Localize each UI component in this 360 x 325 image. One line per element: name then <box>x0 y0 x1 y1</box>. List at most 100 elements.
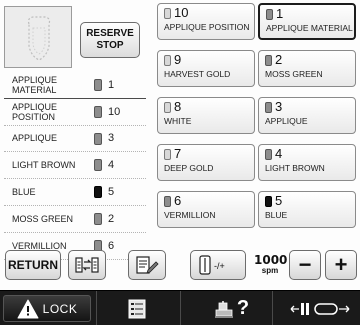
needle-button-1[interactable]: 1 APPLIQUE MATERIAL <box>258 3 356 40</box>
needle-color-grid: 10 APPLIQUE POSITION 1 APPLIQUE MATERIAL… <box>157 3 356 237</box>
sort-order-icon <box>75 257 99 273</box>
needle-button-9[interactable]: 9 HARVEST GOLD <box>157 50 255 87</box>
thread-spool-icon <box>94 212 102 225</box>
minus-icon: − <box>298 252 312 277</box>
needle-number: 6 <box>174 193 182 208</box>
status-divider <box>96 291 97 325</box>
sequence-row[interactable]: APPLIQUE 3 <box>4 126 146 153</box>
edit-thread-button[interactable] <box>128 250 166 280</box>
design-outline-icon <box>27 16 51 61</box>
thread-spool-icon <box>266 9 273 20</box>
thread-spool-icon <box>265 55 272 66</box>
frame-move-button[interactable] <box>284 295 356 322</box>
settings-sheet-button[interactable] <box>122 295 152 322</box>
thread-spool-icon <box>164 55 171 66</box>
design-preview <box>4 6 72 68</box>
needle-number: 9 <box>174 52 182 67</box>
needle-bar-icon: -/+ <box>199 255 225 275</box>
thread-spool-icon <box>265 102 272 113</box>
needle-color-name: BLUE <box>265 210 288 220</box>
needle-button-3[interactable]: 3 APPLIQUE <box>258 97 356 134</box>
sequence-needle-number: 10 <box>108 105 121 118</box>
sequence-row[interactable]: BLUE 5 <box>4 179 146 206</box>
needle-number: 1 <box>276 6 284 21</box>
svg-text:-/+: -/+ <box>214 261 225 271</box>
sequence-needle-number: 2 <box>108 212 115 225</box>
machine-help-button[interactable]: ? <box>196 295 266 322</box>
needle-number: 10 <box>174 5 189 20</box>
needle-button-7[interactable]: 7 DEEP GOLD <box>157 144 255 181</box>
lock-button[interactable]: LOCK <box>3 295 91 322</box>
thread-spool-icon <box>94 105 102 118</box>
thread-spool-icon <box>94 79 102 91</box>
sequence-color-name: APPLIQUE POSITION <box>12 101 58 122</box>
reserve-stop-button[interactable]: RESERVE STOP <box>80 22 140 58</box>
warning-triangle-icon <box>17 299 39 318</box>
embroidery-screen: RESERVE STOP APPLIQUE MATERIAL 1 APPLIQU… <box>0 0 360 325</box>
machine-help-icon <box>214 300 233 318</box>
speed-unit: spm <box>261 266 279 275</box>
needle-number: 3 <box>275 99 283 114</box>
speed-decrease-button[interactable]: − <box>289 250 321 280</box>
help-label: ? <box>236 297 250 319</box>
sequence-row[interactable]: APPLIQUE MATERIAL 1 <box>4 72 146 99</box>
sequence-needle-number: 1 <box>108 78 115 91</box>
reserve-stop-line2: STOP <box>96 40 124 51</box>
settings-sheet-icon <box>128 299 146 318</box>
sequence-row[interactable]: LIGHT BROWN 4 <box>4 152 146 180</box>
sequence-color-name: APPLIQUE <box>12 133 58 144</box>
needle-button-4[interactable]: 4 LIGHT BROWN <box>258 144 356 181</box>
sequence-needle-number: 5 <box>108 186 115 199</box>
needle-number: 5 <box>275 193 283 208</box>
needle-button-2[interactable]: 2 MOSS GREEN <box>258 50 356 87</box>
thread-spool-icon <box>265 196 272 207</box>
needle-color-name: VERMILLION <box>164 210 216 220</box>
sequence-color-name: APPLIQUE MATERIAL <box>12 74 58 95</box>
sort-order-button[interactable] <box>68 250 106 280</box>
needle-color-name: APPLIQUE POSITION <box>164 22 250 32</box>
thread-spool-icon <box>164 149 171 160</box>
lock-label: LOCK <box>42 301 78 316</box>
needle-color-name: LIGHT BROWN <box>265 163 325 173</box>
speed-display: 1000 spm <box>254 253 288 276</box>
needle-number: 2 <box>275 52 283 67</box>
thread-spool-icon <box>94 132 102 145</box>
status-divider <box>180 291 181 325</box>
needle-color-name: WHITE <box>164 116 192 126</box>
return-label: RETURN <box>8 258 58 272</box>
status-divider <box>272 291 273 325</box>
needle-number: 8 <box>174 99 182 114</box>
reserve-stop-line1: RESERVE <box>86 28 134 39</box>
needle-bar-button[interactable]: -/+ <box>190 250 246 280</box>
speed-increase-button[interactable]: + <box>325 250 357 280</box>
needle-color-name: HARVEST GOLD <box>164 69 231 79</box>
speed-value: 1000 <box>254 253 288 267</box>
bottom-toolbar: RETURN -/+ 1000 spm − + <box>0 246 360 284</box>
thread-spool-icon <box>94 186 102 199</box>
return-button[interactable]: RETURN <box>5 250 61 280</box>
sewing-order-list: APPLIQUE MATERIAL 1 APPLIQUE POSITION 10… <box>4 72 146 260</box>
needle-button-8[interactable]: 8 WHITE <box>157 97 255 134</box>
needle-button-5[interactable]: 5 BLUE <box>258 191 356 228</box>
needle-color-name: APPLIQUE <box>265 116 308 126</box>
sequence-row[interactable]: APPLIQUE POSITION 10 <box>4 99 146 126</box>
edit-thread-icon <box>136 256 159 274</box>
needle-color-name: APPLIQUE MATERIAL <box>266 23 353 33</box>
thread-spool-icon <box>265 149 272 160</box>
thread-spool-icon <box>164 102 171 113</box>
plus-icon: + <box>334 252 348 277</box>
status-bar: LOCK ? <box>0 290 360 325</box>
sequence-color-name: BLUE <box>12 187 36 198</box>
thread-spool-icon <box>94 159 102 172</box>
sequence-color-name: MOSS GREEN <box>12 213 74 224</box>
frame-move-icon <box>290 302 350 315</box>
needle-button-10[interactable]: 10 APPLIQUE POSITION <box>157 3 255 40</box>
needle-color-name: MOSS GREEN <box>265 69 323 79</box>
needle-color-name: DEEP GOLD <box>164 163 214 173</box>
needle-button-6[interactable]: 6 VERMILLION <box>157 191 255 228</box>
thread-spool-icon <box>164 196 171 207</box>
sequence-row[interactable]: MOSS GREEN 2 <box>4 206 146 233</box>
needle-number: 7 <box>174 146 182 161</box>
sequence-needle-number: 4 <box>108 159 115 172</box>
sequence-color-name: LIGHT BROWN <box>12 160 76 171</box>
